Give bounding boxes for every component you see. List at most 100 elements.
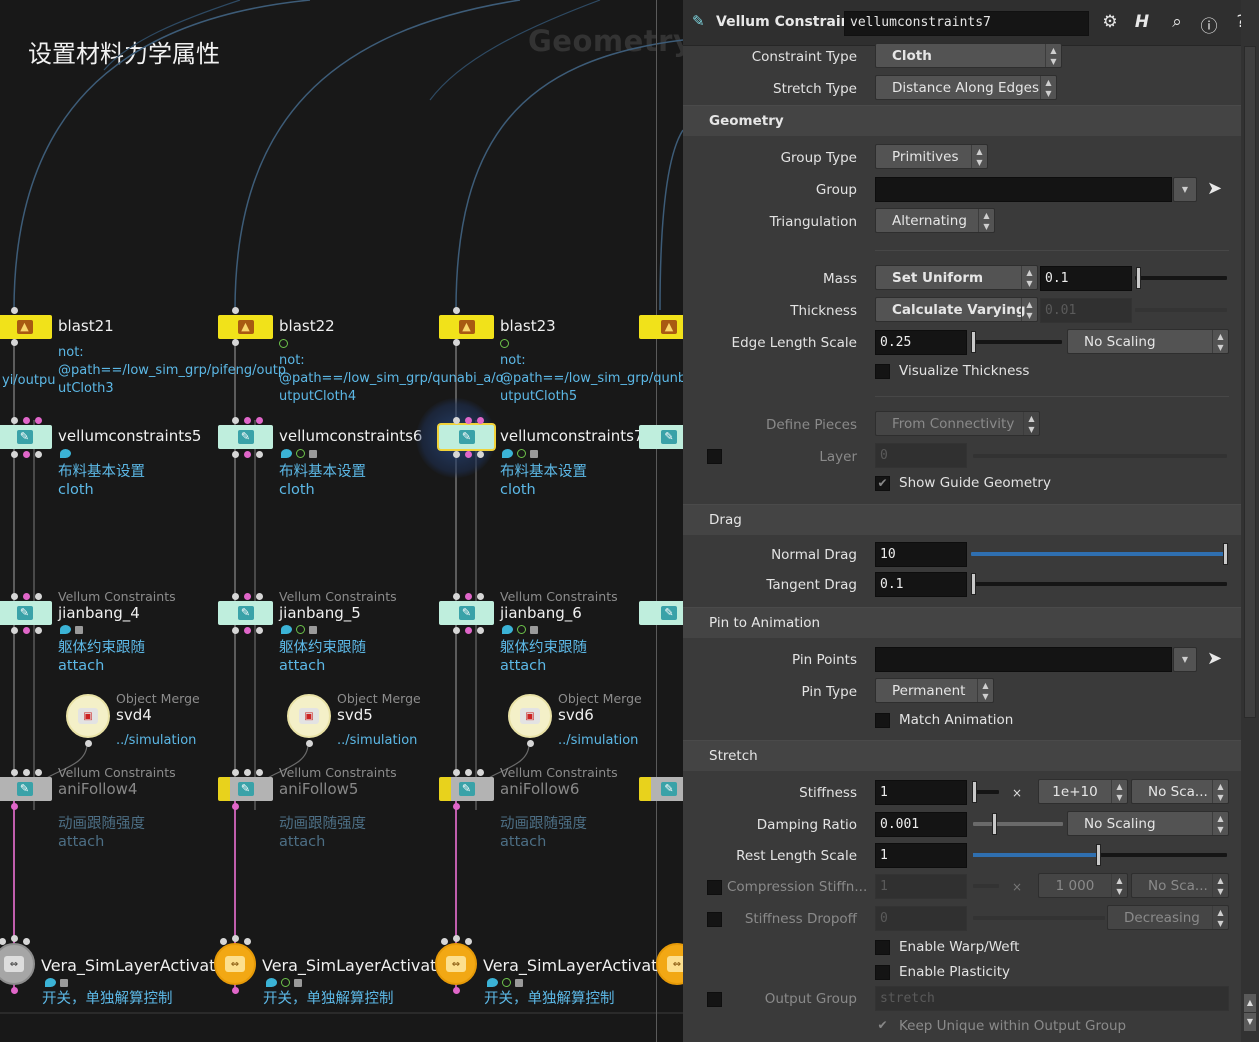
scroll-down-button[interactable]: ▼	[1244, 1013, 1256, 1031]
output-connector[interactable]	[453, 803, 460, 810]
vellum-constraints-node[interactable]: ✎	[639, 601, 683, 625]
vellum-constraints-node[interactable]: ✎	[218, 601, 273, 625]
thickness-field[interactable]: 0.01	[1040, 298, 1132, 323]
stretch-section-header[interactable]: Stretch	[683, 740, 1241, 771]
input-connector[interactable]	[477, 593, 484, 600]
output-connector[interactable]	[256, 627, 263, 634]
compression-stiffness-field[interactable]: 1	[875, 874, 967, 899]
compression-scaling-menu[interactable]: No Sca... ▲ ▼	[1131, 873, 1229, 898]
vellum-constraints-node[interactable]: ✎	[0, 425, 52, 449]
input-connector[interactable]	[244, 769, 251, 776]
output-connector[interactable]	[453, 627, 460, 634]
scroll-up-button[interactable]: ▲	[1244, 994, 1256, 1012]
compression-multiplier-field[interactable]: 1 000 ▲ ▼	[1038, 873, 1128, 898]
compression-stiffness-slider[interactable]	[973, 884, 999, 888]
mass-field[interactable]: 0.1	[1040, 266, 1132, 291]
vellum-constraints-node[interactable]: ✎	[0, 777, 52, 801]
node-name-field[interactable]: vellumconstraints7	[844, 11, 1089, 36]
input-connector[interactable]	[23, 769, 30, 776]
panel-scrollbar[interactable]: ▲ ▼	[1241, 0, 1259, 1042]
input-connector[interactable]	[232, 307, 239, 314]
damping-ratio-handle[interactable]	[992, 813, 997, 835]
node-name[interactable]: svd4	[116, 706, 152, 724]
input-connector[interactable]	[220, 938, 227, 945]
output-connector[interactable]	[11, 339, 18, 346]
input-connector[interactable]	[232, 935, 239, 942]
pin-type-menu[interactable]: Permanent ▲ ▼	[875, 678, 994, 703]
input-connector[interactable]	[35, 769, 42, 776]
rest-length-scale-handle[interactable]	[1096, 844, 1101, 866]
mass-slider-handle[interactable]	[1136, 267, 1141, 289]
vellum-constraints-node[interactable]: ✎	[218, 777, 273, 801]
input-connector[interactable]	[23, 593, 30, 600]
input-connector[interactable]	[244, 417, 251, 424]
edge-length-scale-slider[interactable]	[973, 340, 1062, 344]
dropoff-mode-menu[interactable]: Decreasing ▲ ▼	[1107, 905, 1229, 930]
stiffness-field[interactable]: 1	[875, 780, 967, 805]
blast-node[interactable]: ▲	[639, 315, 683, 339]
keep-unique-checkbox[interactable]: ✔	[875, 1019, 890, 1034]
output-connector[interactable]	[477, 451, 484, 458]
output-connector[interactable]	[232, 803, 239, 810]
mass-slider[interactable]	[1135, 276, 1227, 280]
blast-node[interactable]: ▲	[0, 315, 52, 339]
input-connector[interactable]	[244, 938, 251, 945]
node-name[interactable]: blast21	[58, 317, 114, 335]
match-animation-checkbox[interactable]	[875, 713, 890, 728]
mass-mode-menu[interactable]: Set Uniform ▲ ▼	[875, 265, 1038, 290]
output-group-field[interactable]: stretch	[875, 986, 1229, 1011]
input-connector[interactable]	[477, 417, 484, 424]
stiffness-multiplier-field[interactable]: 1e+10 ▲ ▼	[1038, 779, 1128, 804]
node-name[interactable]: blast22	[279, 317, 335, 335]
output-connector[interactable]	[35, 451, 42, 458]
input-connector[interactable]	[256, 417, 263, 424]
plasticity-checkbox[interactable]	[875, 965, 890, 980]
group-type-menu[interactable]: Primitives ▲ ▼	[875, 144, 988, 169]
output-connector[interactable]	[85, 740, 92, 747]
info-icon[interactable]: ⓘ	[1198, 12, 1220, 37]
damping-ratio-field[interactable]: 0.001	[875, 812, 967, 837]
blast-node[interactable]: ▲	[439, 315, 494, 339]
damping-scaling-menu[interactable]: No Scaling ▲ ▼	[1067, 811, 1229, 836]
selection-arrow-icon[interactable]: ➤	[1207, 650, 1223, 668]
selection-arrow-icon[interactable]: ➤	[1207, 180, 1223, 198]
stiffness-handle[interactable]	[972, 781, 977, 803]
input-connector[interactable]	[465, 593, 472, 600]
normal-drag-slider[interactable]	[971, 552, 1225, 556]
input-connector[interactable]	[23, 417, 30, 424]
output-connector[interactable]	[244, 627, 251, 634]
blast-node[interactable]: ▲	[218, 315, 273, 339]
object-merge-node[interactable]: ▣	[287, 694, 331, 738]
vellum-constraints-node[interactable]: ✎	[439, 425, 494, 449]
pin-section-header[interactable]: Pin to Animation	[683, 607, 1241, 638]
input-connector[interactable]	[232, 417, 239, 424]
thickness-mode-menu[interactable]: Calculate Varying ▲ ▼	[875, 297, 1038, 322]
edge-length-scale-field[interactable]: 0.25	[875, 330, 967, 355]
output-connector[interactable]	[23, 451, 30, 458]
input-connector[interactable]	[453, 769, 460, 776]
edge-length-scale-handle[interactable]	[971, 331, 976, 353]
node-name[interactable]: aniFollow4	[58, 780, 137, 798]
node-name[interactable]: jianbang_4	[58, 604, 140, 622]
node-name[interactable]: vellumconstraints7	[500, 427, 643, 445]
node-name[interactable]: aniFollow6	[500, 780, 579, 798]
normal-drag-field[interactable]: 10	[875, 542, 967, 567]
stiffness-dropoff-slider[interactable]	[973, 916, 1105, 920]
node-name[interactable]: svd6	[558, 706, 594, 724]
node-name[interactable]: Vera_SimLayerActivation	[41, 956, 240, 975]
search-icon[interactable]: ⌕	[1166, 12, 1188, 32]
output-connector[interactable]	[453, 339, 460, 346]
output-connector[interactable]	[453, 451, 460, 458]
show-guide-geometry-checkbox[interactable]: ✔	[875, 476, 890, 491]
rest-length-scale-field[interactable]: 1	[875, 843, 967, 868]
input-connector[interactable]	[35, 417, 42, 424]
node-name[interactable]: vellumconstraints6	[279, 427, 422, 445]
input-connector[interactable]	[11, 935, 18, 942]
node-name[interactable]: blast23	[500, 317, 556, 335]
input-connector[interactable]	[232, 769, 239, 776]
group-field[interactable]	[875, 177, 1172, 202]
tangent-drag-handle[interactable]	[971, 573, 976, 595]
output-connector[interactable]	[465, 451, 472, 458]
node-name[interactable]: Vera_SimLayerActivation	[483, 956, 682, 975]
constraint-type-menu[interactable]: Cloth ▲ ▼	[875, 43, 1062, 68]
